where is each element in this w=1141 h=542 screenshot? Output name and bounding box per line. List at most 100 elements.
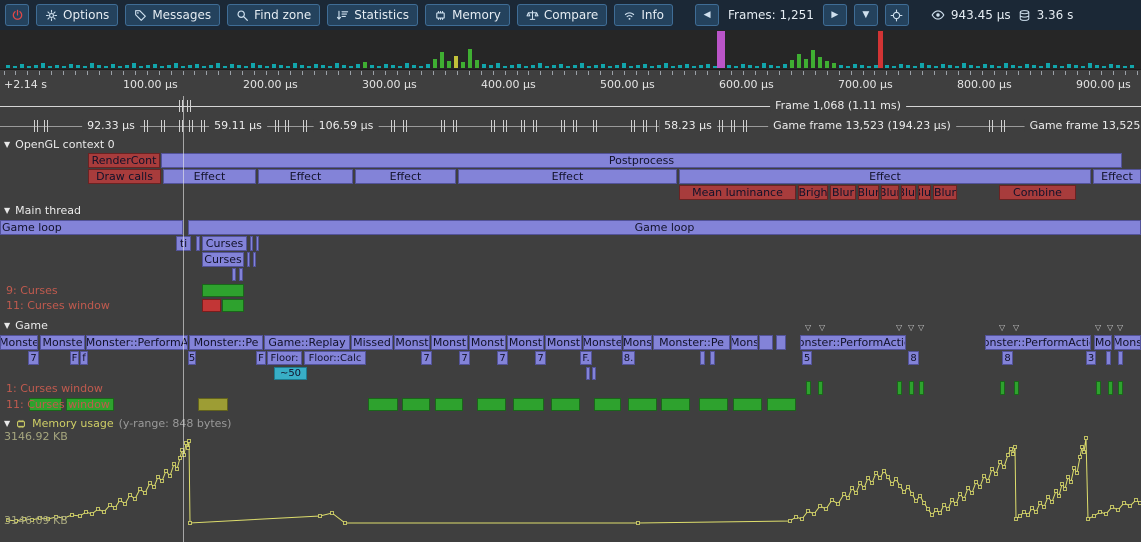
- timeline-zone[interactable]: [592, 367, 596, 380]
- timeline-zone[interactable]: [661, 398, 690, 411]
- timeline-zone[interactable]: [253, 252, 256, 267]
- timeline-zone[interactable]: Curses: [202, 252, 244, 267]
- timeline-zone[interactable]: Monst: [507, 335, 544, 350]
- timeline-zone[interactable]: [1118, 381, 1123, 395]
- timeline-zone[interactable]: [551, 398, 580, 411]
- timeline-zone[interactable]: [222, 299, 244, 312]
- timeline-zone[interactable]: 5: [802, 351, 812, 365]
- timeline-zone[interactable]: [368, 398, 398, 411]
- focus-frame-button[interactable]: [885, 4, 909, 26]
- message-marker-icon[interactable]: ▽: [908, 324, 914, 332]
- timeline-zone[interactable]: Mo: [1094, 335, 1112, 350]
- timeline-zone[interactable]: [198, 398, 228, 411]
- timeline-zone[interactable]: Mons: [623, 335, 652, 350]
- timeline-zone[interactable]: Curses: [202, 236, 247, 251]
- timeline-zone[interactable]: [759, 335, 773, 350]
- timeline-zone[interactable]: Monster::Pe: [189, 335, 263, 350]
- timeline-zone[interactable]: [733, 398, 762, 411]
- message-marker-icon[interactable]: ▽: [1013, 324, 1019, 332]
- timeline-zone[interactable]: [1108, 381, 1113, 395]
- timeline-zone[interactable]: [239, 268, 243, 281]
- timeline-zone[interactable]: [594, 398, 621, 411]
- memory-button[interactable]: Memory: [425, 4, 510, 26]
- timeline-zone[interactable]: [1118, 351, 1123, 365]
- timeline-zone[interactable]: [513, 398, 544, 411]
- timeline-zone[interactable]: [700, 351, 705, 365]
- timeline-zone[interactable]: [897, 381, 902, 395]
- prev-frame-button[interactable]: ◀: [695, 4, 719, 26]
- info-button[interactable]: Info: [614, 4, 673, 26]
- compare-button[interactable]: Compare: [517, 4, 607, 26]
- timeline-zone[interactable]: 8.: [622, 351, 635, 365]
- timeline-zone[interactable]: Combine: [999, 185, 1076, 200]
- collapse-icon[interactable]: ▼: [4, 140, 10, 149]
- timeline-zone[interactable]: [1000, 381, 1005, 395]
- thread-label[interactable]: 1: Curses window: [6, 382, 103, 395]
- statistics-button[interactable]: Statistics: [327, 4, 418, 26]
- timeline-zone[interactable]: [806, 381, 811, 395]
- zoom-to-frame-button[interactable]: ▼: [854, 4, 878, 26]
- timeline-zone[interactable]: Mons: [1114, 335, 1141, 350]
- timeline-zone[interactable]: [767, 398, 796, 411]
- message-marker-icon[interactable]: ▽: [819, 324, 825, 332]
- timeline-zone[interactable]: Blur: [918, 185, 931, 200]
- collapse-icon[interactable]: ▼: [4, 321, 10, 330]
- timeline-zone[interactable]: Monst: [394, 335, 430, 350]
- timeline-zone[interactable]: [202, 299, 221, 312]
- timeline-zone[interactable]: [1096, 381, 1101, 395]
- timeline-zone[interactable]: [196, 236, 200, 251]
- timeline-zone[interactable]: 8: [1002, 351, 1013, 365]
- timeline-zone[interactable]: Mons: [731, 335, 758, 350]
- timeline-zone[interactable]: [909, 381, 914, 395]
- timeline-zone[interactable]: Game loop: [188, 220, 1141, 235]
- timeline-zone[interactable]: 7: [535, 351, 546, 365]
- timeline-zone[interactable]: [699, 398, 728, 411]
- timeline-zone[interactable]: Effect: [1093, 169, 1141, 184]
- timeline-zone[interactable]: 7: [497, 351, 508, 365]
- timeline-zone[interactable]: [477, 398, 506, 411]
- timeline-zone[interactable]: Blur: [858, 185, 879, 200]
- timeline-zone[interactable]: Monst: [469, 335, 506, 350]
- thread-label[interactable]: 11: Curses window: [6, 299, 110, 312]
- timeline-zone[interactable]: ~50: [274, 367, 307, 380]
- next-frame-button[interactable]: ▶: [823, 4, 847, 26]
- timeline-zone[interactable]: Blur: [881, 185, 899, 200]
- timeline-zone[interactable]: Monster::Pe: [653, 335, 730, 350]
- message-marker-icon[interactable]: ▽: [1107, 324, 1113, 332]
- timeline-zone[interactable]: 7: [459, 351, 470, 365]
- timeline-zone[interactable]: 7: [421, 351, 432, 365]
- options-button[interactable]: Options: [36, 4, 118, 26]
- power-button[interactable]: [5, 4, 29, 26]
- timeline-zone[interactable]: Monster::PerformA: [86, 335, 188, 350]
- section-header[interactable]: ▼OpenGL context 0: [4, 138, 115, 151]
- timeline-zone[interactable]: Missed: [351, 335, 393, 350]
- timeline-zone[interactable]: Postprocess: [161, 153, 1122, 168]
- message-marker-icon[interactable]: ▽: [805, 324, 811, 332]
- timeline-zone[interactable]: 3: [1086, 351, 1096, 365]
- timeline-zone[interactable]: F: [256, 351, 266, 365]
- timeline-zone[interactable]: [1106, 351, 1111, 365]
- timeline-zone[interactable]: [202, 284, 244, 297]
- memory-section-header[interactable]: ▼ Memory usage (y-range: 848 bytes): [4, 417, 231, 430]
- timeline-zone[interactable]: Monster::PerformAction: [800, 335, 906, 350]
- timeline-zone[interactable]: Effect: [163, 169, 256, 184]
- timeline-zone[interactable]: [818, 381, 823, 395]
- timeline-zone[interactable]: F.: [580, 351, 592, 365]
- timeline-zone[interactable]: RenderCont: [88, 153, 160, 168]
- timeline-zone[interactable]: [710, 351, 715, 365]
- timeline-zone[interactable]: [402, 398, 430, 411]
- timeline-zone[interactable]: Monst: [545, 335, 582, 350]
- timeline-zone[interactable]: [435, 398, 463, 411]
- section-header[interactable]: ▼Main thread: [4, 204, 81, 217]
- timeline-zone[interactable]: Effect: [355, 169, 456, 184]
- message-marker-icon[interactable]: ▽: [896, 324, 902, 332]
- timeline-zone[interactable]: Effect: [679, 169, 1091, 184]
- timeline-zone[interactable]: Blur: [933, 185, 957, 200]
- timeline-zone[interactable]: Game::Replay: [264, 335, 350, 350]
- timeline-zone[interactable]: [247, 252, 250, 267]
- message-marker-icon[interactable]: ▽: [1095, 324, 1101, 332]
- message-marker-icon[interactable]: ▽: [999, 324, 1005, 332]
- timeline-zone[interactable]: [919, 381, 924, 395]
- timeline-area[interactable]: ▼ Memory usage (y-range: 848 bytes) 3146…: [0, 0, 1141, 542]
- collapse-icon[interactable]: ▼: [4, 206, 10, 215]
